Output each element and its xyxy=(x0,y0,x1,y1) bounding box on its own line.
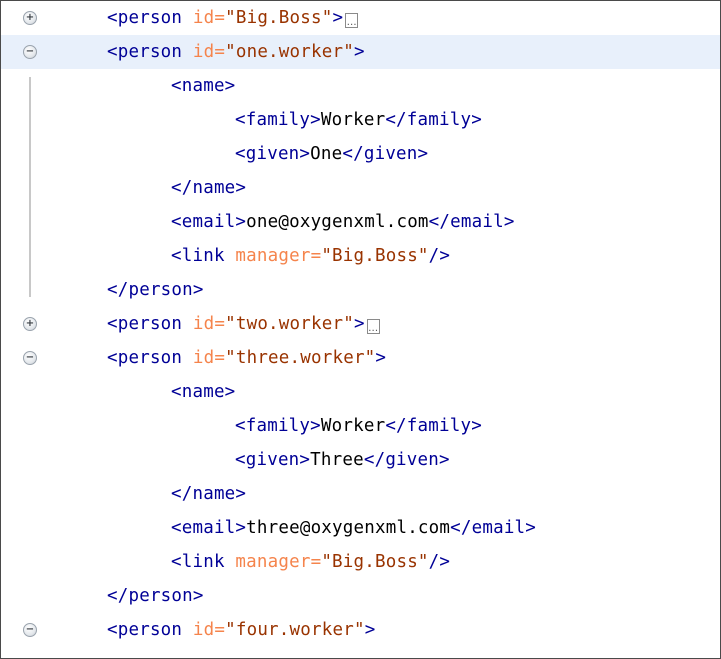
code-text: <family>Worker</family> xyxy=(235,103,482,137)
xml-tag-open: <family> xyxy=(235,416,321,436)
xml-attribute-value: "one.worker" xyxy=(225,42,354,62)
xml-tag-open: </name> xyxy=(171,178,247,198)
fold-collapse-icon[interactable]: − xyxy=(23,351,37,365)
xml-tag-open: <email> xyxy=(171,212,247,232)
code-line[interactable]: <email>one@oxygenxml.com</email> xyxy=(1,205,720,239)
code-line[interactable]: <link manager="Big.Boss"/> xyxy=(1,545,720,579)
xml-tag-open: </person> xyxy=(107,280,204,300)
fold-expand-icon[interactable]: + xyxy=(23,11,37,25)
fold-collapse-icon[interactable]: − xyxy=(23,623,37,637)
code-text: <link manager="Big.Boss"/> xyxy=(171,545,450,579)
xml-attribute-name: id= xyxy=(182,8,226,28)
xml-attribute-value: "two.worker" xyxy=(225,314,354,334)
xml-tag-open: <given> xyxy=(235,144,311,164)
xml-tag-open: <family> xyxy=(235,110,321,130)
code-text: <email>three@oxygenxml.com</email> xyxy=(171,511,536,545)
code-text: <name> xyxy=(171,375,235,409)
xml-text-content: One xyxy=(310,144,343,164)
xml-text-content: Worker xyxy=(320,416,386,436)
xml-tag-open: <link xyxy=(171,246,225,266)
xml-attribute-name: id= xyxy=(182,42,226,62)
xml-tag-open: <given> xyxy=(235,450,311,470)
xml-tag-close: > xyxy=(353,314,365,334)
code-line[interactable]: <name> xyxy=(1,375,720,409)
code-text: <family>Worker</family> xyxy=(235,409,482,443)
code-text: <given>Three</given> xyxy=(235,443,450,477)
xml-attribute-name: id= xyxy=(182,620,226,640)
code-text: <person id="four.worker"> xyxy=(107,613,375,647)
code-text: <person id="two.worker">… xyxy=(107,307,380,341)
code-text: <name> xyxy=(171,69,235,103)
fold-expand-icon[interactable]: + xyxy=(23,317,37,331)
fold-collapse-icon[interactable]: − xyxy=(23,45,37,59)
xml-tag-open: <name> xyxy=(171,76,236,96)
xml-attribute-name: manager= xyxy=(224,552,322,572)
code-text: <person id="three.worker"> xyxy=(107,341,386,375)
code-line[interactable]: <email>three@oxygenxml.com</email> xyxy=(1,511,720,545)
xml-tag-close: > xyxy=(332,8,344,28)
code-line[interactable]: <name> xyxy=(1,69,720,103)
xml-attribute-name: id= xyxy=(182,314,226,334)
code-line[interactable]: <given>One</given> xyxy=(1,137,720,171)
xml-tag-end: </given> xyxy=(363,450,450,470)
code-line[interactable]: </person> xyxy=(1,579,720,613)
xml-tag-open: <name> xyxy=(171,382,236,402)
xml-tag-open: <person xyxy=(107,348,183,368)
xml-tag-close: > xyxy=(375,348,387,368)
xml-tag-end: </email> xyxy=(428,212,515,232)
folded-content-ellipsis-icon[interactable]: … xyxy=(366,319,380,334)
xml-tag-end: </family> xyxy=(385,110,482,130)
xml-tag-open: <person xyxy=(107,42,183,62)
code-line[interactable]: <given>Three</given> xyxy=(1,443,720,477)
xml-tag-open: </name> xyxy=(171,484,247,504)
code-text: </name> xyxy=(171,171,246,205)
xml-attribute-value: "four.worker" xyxy=(225,620,365,640)
xml-tag-close: /> xyxy=(428,552,451,572)
code-text: </name> xyxy=(171,477,246,511)
code-line[interactable]: <family>Worker</family> xyxy=(1,409,720,443)
xml-editor[interactable]: + <person id="Big.Boss">… − <person id="one… xyxy=(0,0,721,659)
code-line[interactable]: − <person id="four.worker"> xyxy=(1,613,720,647)
xml-tag-end: </given> xyxy=(342,144,429,164)
xml-tag-open: <person xyxy=(107,314,183,334)
code-text: <email>one@oxygenxml.com</email> xyxy=(171,205,515,239)
xml-attribute-value: "three.worker" xyxy=(225,348,376,368)
code-text: </person> xyxy=(107,273,204,307)
code-text: <person id="one.worker"> xyxy=(107,35,365,69)
xml-text-content: Worker xyxy=(320,110,386,130)
code-line[interactable]: − <person id="three.worker"> xyxy=(1,341,720,375)
xml-tag-close: > xyxy=(353,42,365,62)
xml-tag-end: </email> xyxy=(450,518,537,538)
code-line[interactable]: <family>Worker</family> xyxy=(1,103,720,137)
code-text: <given>One</given> xyxy=(235,137,428,171)
xml-tag-open: <link xyxy=(171,552,225,572)
xml-tag-close: /> xyxy=(428,246,451,266)
folded-content-ellipsis-icon[interactable]: … xyxy=(345,13,359,28)
xml-attribute-value: "Big.Boss" xyxy=(225,8,333,28)
xml-attribute-name: manager= xyxy=(224,246,322,266)
xml-tag-close: > xyxy=(364,620,376,640)
xml-tag-open: </person> xyxy=(107,586,204,606)
code-text: <link manager="Big.Boss"/> xyxy=(171,239,450,273)
xml-attribute-value: "Big.Boss" xyxy=(321,552,429,572)
xml-tag-open: <email> xyxy=(171,518,247,538)
xml-text-content: Three xyxy=(310,450,364,470)
xml-tag-open: <person xyxy=(107,8,183,28)
code-line[interactable]: </name> xyxy=(1,171,720,205)
xml-attribute-value: "Big.Boss" xyxy=(321,246,429,266)
code-text: <person id="Big.Boss">… xyxy=(107,1,359,35)
code-line[interactable]: <link manager="Big.Boss"/> xyxy=(1,239,720,273)
xml-attribute-name: id= xyxy=(182,348,226,368)
code-text: </person> xyxy=(107,579,204,613)
code-line[interactable]: </person> xyxy=(1,273,720,307)
code-line[interactable]: </name> xyxy=(1,477,720,511)
code-line[interactable]: − <person id="one.worker"> xyxy=(1,35,720,69)
xml-text-content: one@oxygenxml.com xyxy=(246,212,429,232)
code-line[interactable]: + <person id="two.worker">… xyxy=(1,307,720,341)
xml-tag-open: <person xyxy=(107,620,183,640)
code-line[interactable]: + <person id="Big.Boss">… xyxy=(1,1,720,35)
xml-text-content: three@oxygenxml.com xyxy=(246,518,451,538)
xml-tag-end: </family> xyxy=(385,416,482,436)
